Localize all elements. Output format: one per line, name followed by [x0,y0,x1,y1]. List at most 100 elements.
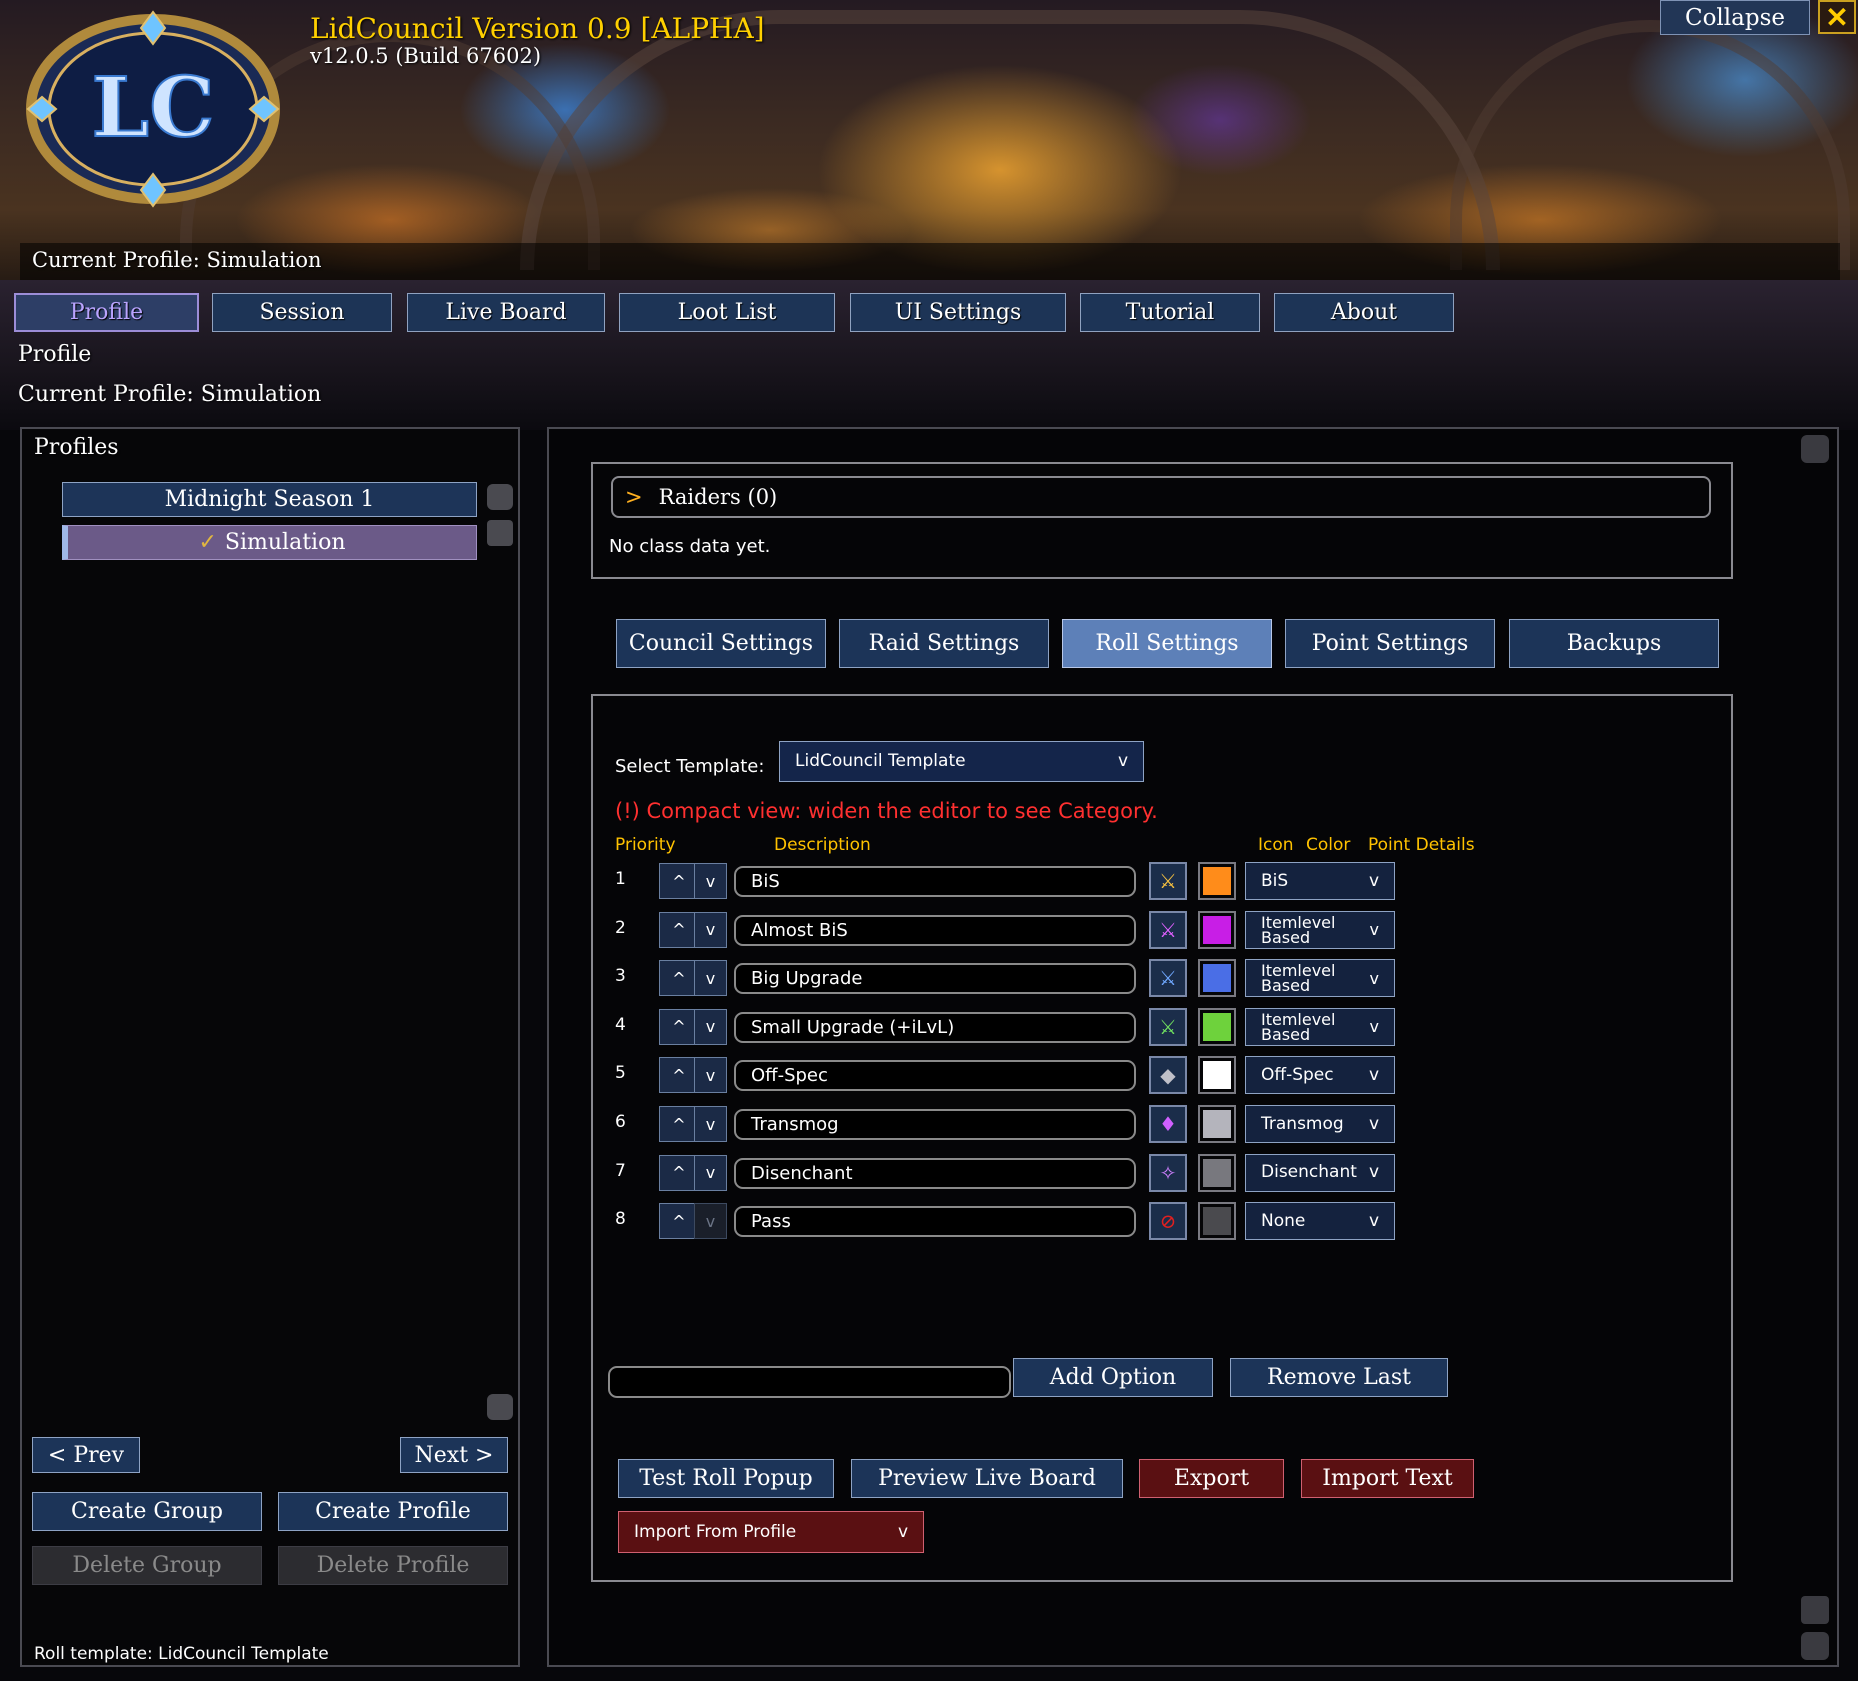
point-details-select[interactable]: Transmog v [1245,1105,1395,1143]
description-input[interactable]: Off-Spec [734,1060,1136,1092]
scroll-up-icon[interactable] [487,484,513,510]
subtab-roll-settings[interactable]: Roll Settings [1062,619,1272,668]
tab-loot-list[interactable]: Loot List [619,293,835,332]
move-up-button[interactable]: ^ [659,1154,699,1191]
move-down-button[interactable]: v [694,1203,727,1240]
color-swatch[interactable] [1198,862,1236,900]
description-input[interactable]: Pass [734,1206,1136,1238]
template-select[interactable]: LidCouncil Template v [779,741,1144,782]
description-input[interactable]: Small Upgrade (+iLvL) [734,1011,1136,1043]
transmog-armor-icon[interactable]: ♦ [1149,1105,1187,1143]
subtab-raid-settings[interactable]: Raid Settings [839,619,1049,668]
new-option-input[interactable] [608,1366,1011,1398]
scrollbar-thumb[interactable] [1801,1596,1829,1624]
create-group-button[interactable]: Create Group [32,1492,262,1531]
export-button[interactable]: Export [1139,1459,1284,1498]
tab-ui-settings[interactable]: UI Settings [850,293,1066,332]
lidcouncil-logo: LC [24,10,282,208]
column-icon: Icon [1258,835,1294,855]
disenchant-icon[interactable]: ✧ [1149,1153,1187,1192]
roll-settings-box: Select Template: LidCouncil Template v (… [591,694,1733,1582]
color-swatch[interactable] [1198,1105,1236,1143]
profile-item-selected[interactable]: ✓ Simulation [62,525,477,560]
import-from-profile-label: Import From Profile [634,1521,797,1542]
move-down-button[interactable]: v [694,960,727,997]
import-text-button[interactable]: Import Text [1301,1459,1474,1498]
move-down-button[interactable]: v [694,1057,727,1094]
move-down-button[interactable]: v [694,1008,727,1045]
svg-text:LC: LC [92,60,215,156]
description-input[interactable]: Big Upgrade [734,963,1136,995]
subtab-point-settings[interactable]: Point Settings [1285,619,1495,668]
point-details-select[interactable]: Disenchant v [1245,1153,1395,1192]
description-input[interactable]: Disenchant [734,1157,1136,1189]
move-up-button[interactable]: ^ [659,1008,699,1045]
delete-profile-button[interactable]: Delete Profile [278,1546,508,1585]
description-input[interactable]: Almost BiS [734,914,1136,946]
point-details-select[interactable]: Itemlevel Based v [1245,1007,1395,1046]
tab-profile[interactable]: Profile [14,293,199,332]
next-button[interactable]: Next > [400,1437,508,1473]
point-details-select[interactable]: None v [1245,1202,1395,1241]
profiles-title: Profiles [34,435,119,460]
move-up-button[interactable]: ^ [659,911,699,948]
roll-option-row: 6 ^ v Transmog ♦ Transmog v [593,1104,1733,1144]
close-icon[interactable]: ✕ [1818,0,1856,34]
point-details-value: Itemlevel Based [1261,1009,1336,1044]
subtab-council-settings[interactable]: Council Settings [616,619,826,668]
tab-live-board[interactable]: Live Board [407,293,605,332]
description-input[interactable]: Transmog [734,1109,1136,1140]
subtab-backups[interactable]: Backups [1509,619,1719,668]
color-swatch[interactable] [1198,1153,1236,1192]
move-up-button[interactable]: ^ [659,1057,699,1094]
small-upgrade-icon[interactable]: ⚔ [1149,1007,1187,1046]
move-down-button[interactable]: v [694,863,727,899]
color-swatch[interactable] [1198,959,1236,998]
prev-button[interactable]: < Prev [32,1437,140,1473]
move-up-button[interactable]: ^ [659,1106,699,1142]
move-down-button[interactable]: v [694,1106,727,1142]
import-from-profile-select[interactable]: Import From Profile v [618,1511,924,1553]
scroll-down-icon[interactable] [1801,1632,1829,1660]
profile-item[interactable]: Midnight Season 1 [62,482,477,517]
move-up-button[interactable]: ^ [659,960,699,997]
remove-last-button[interactable]: Remove Last [1230,1358,1448,1397]
almost-bis-icon[interactable]: ⚔ [1149,910,1187,949]
move-up-button[interactable]: ^ [659,1203,699,1240]
point-details-select[interactable]: BiS v [1245,862,1395,900]
color-swatch[interactable] [1198,910,1236,949]
create-profile-button[interactable]: Create Profile [278,1492,508,1531]
raiders-header[interactable]: > Raiders (0) [611,476,1711,518]
add-option-button[interactable]: Add Option [1013,1358,1213,1397]
roll-option-row: 3 ^ v Big Upgrade ⚔ Itemlevel Based v [593,958,1733,998]
move-down-button[interactable]: v [694,1154,727,1191]
big-upgrade-icon[interactable]: ⚔ [1149,959,1187,998]
scroll-up-icon[interactable] [1801,435,1829,463]
chevron-down-icon: v [1368,1113,1379,1134]
off-spec-shield-icon[interactable]: ◆ [1149,1056,1187,1095]
color-swatch-fill [1203,1110,1231,1138]
collapse-button[interactable]: Collapse [1660,0,1810,35]
tab-about[interactable]: About [1274,293,1454,332]
pass-icon[interactable]: ⊘ [1149,1202,1187,1241]
point-details-select[interactable]: Itemlevel Based v [1245,910,1395,949]
description-input[interactable]: BiS [734,866,1136,897]
scroll-down-icon[interactable] [487,1394,513,1420]
tab-tutorial[interactable]: Tutorial [1080,293,1260,332]
color-swatch[interactable] [1198,1202,1236,1241]
color-swatch-fill [1203,915,1231,944]
point-details-select[interactable]: Itemlevel Based v [1245,959,1395,998]
point-details-select[interactable]: Off-Spec v [1245,1056,1395,1095]
color-swatch[interactable] [1198,1007,1236,1046]
move-up-button[interactable]: ^ [659,863,699,899]
tab-session[interactable]: Session [212,293,392,332]
move-down-button[interactable]: v [694,911,727,948]
test-roll-popup-button[interactable]: Test Roll Popup [618,1459,834,1498]
preview-live-board-button[interactable]: Preview Live Board [851,1459,1123,1498]
bis-icon[interactable]: ⚔ [1149,862,1187,900]
raiders-title: Raiders (0) [658,485,778,509]
color-swatch[interactable] [1198,1056,1236,1095]
scrollbar-thumb[interactable] [487,520,513,546]
delete-group-button[interactable]: Delete Group [32,1546,262,1585]
chevron-down-icon: v [897,1521,908,1542]
